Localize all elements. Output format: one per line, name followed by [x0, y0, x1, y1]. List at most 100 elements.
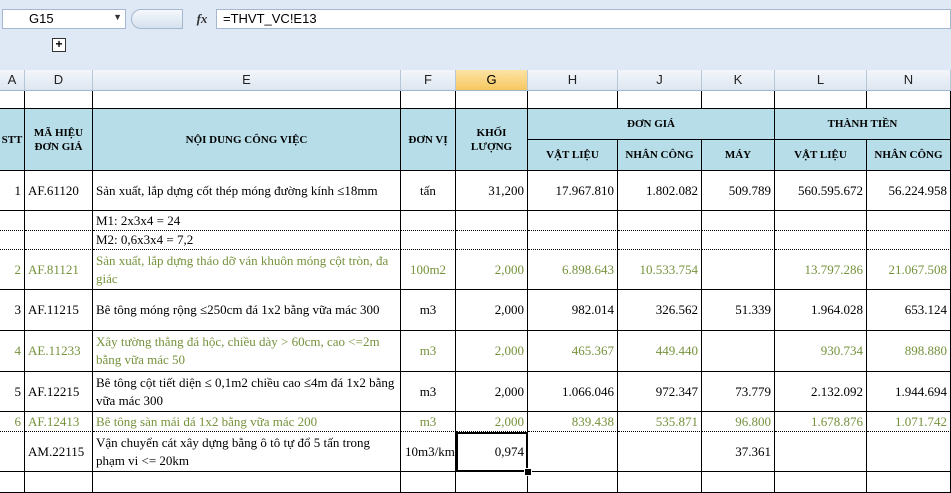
cell-thanh-tien-vat-lieu[interactable]: [775, 432, 867, 472]
cell-vat-lieu[interactable]: 839.438: [528, 412, 618, 432]
cell-thanh-tien-vat-lieu[interactable]: 13.797.286: [775, 250, 867, 290]
cell-may[interactable]: 51.339: [702, 290, 775, 331]
cell[interactable]: [0, 211, 25, 231]
column-header-g[interactable]: G: [456, 70, 528, 91]
cell-thanh-tien-vat-lieu[interactable]: 1.678.876: [775, 412, 867, 432]
cell-unit[interactable]: 100m2: [401, 250, 456, 290]
expand-group-button[interactable]: +: [52, 38, 66, 52]
column-header-k[interactable]: K: [702, 70, 775, 91]
cell-stt[interactable]: [0, 432, 25, 472]
cell-desc[interactable]: Bê tông móng rộng ≤250cm đá 1x2 bằng vữa…: [93, 290, 401, 331]
cell-qty[interactable]: 2,000: [456, 290, 528, 331]
cell-desc[interactable]: Vận chuyển cát xây dựng bằng ô tô tự đổ …: [93, 432, 401, 472]
cell-code[interactable]: AF.12215: [25, 372, 93, 412]
cell[interactable]: [775, 231, 867, 250]
cell-may[interactable]: 73.779: [702, 372, 775, 412]
cell-vat-lieu[interactable]: 465.367: [528, 331, 618, 372]
column-header-j[interactable]: J: [618, 70, 702, 91]
cell-thanh-tien-nhan-cong[interactable]: 1.071.742: [867, 412, 951, 432]
cell[interactable]: [456, 231, 528, 250]
cell-thanh-tien-vat-lieu[interactable]: 930.734: [775, 331, 867, 372]
cell-qty[interactable]: 31,200: [456, 171, 528, 211]
cell[interactable]: [867, 231, 951, 250]
cell[interactable]: [93, 472, 401, 493]
cell[interactable]: [702, 211, 775, 231]
cell[interactable]: [0, 472, 25, 493]
cell-unit[interactable]: m3: [401, 412, 456, 432]
cell-vat-lieu[interactable]: 982.014: [528, 290, 618, 331]
cell[interactable]: [618, 472, 702, 493]
cell-nhan-cong[interactable]: 10.533.754: [618, 250, 702, 290]
cell-may[interactable]: 37.361: [702, 432, 775, 472]
cell-may[interactable]: [702, 331, 775, 372]
cell-nhan-cong[interactable]: 535.871: [618, 412, 702, 432]
cell[interactable]: [702, 91, 775, 109]
fill-handle[interactable]: [524, 468, 532, 476]
cell-stt[interactable]: 6: [0, 412, 25, 432]
cell[interactable]: [528, 91, 618, 109]
cell[interactable]: [702, 231, 775, 250]
cell-thanh-tien-nhan-cong[interactable]: 898.880: [867, 331, 951, 372]
cell[interactable]: [528, 211, 618, 231]
cell-code[interactable]: AE.11233: [25, 331, 93, 372]
cell-stt[interactable]: 1: [0, 171, 25, 211]
column-header-a[interactable]: A: [0, 70, 25, 91]
cell-may[interactable]: [702, 250, 775, 290]
cell-unit[interactable]: tấn: [401, 171, 456, 211]
selected-cell-g15[interactable]: 0,974: [456, 432, 528, 472]
chevron-down-icon[interactable]: ▼: [113, 12, 122, 22]
cell[interactable]: [528, 231, 618, 250]
cell-qty[interactable]: 2,000: [456, 250, 528, 290]
column-header-e[interactable]: E: [93, 70, 401, 91]
cell-code[interactable]: AM.22115: [25, 432, 93, 472]
cell[interactable]: [867, 472, 951, 493]
cell-stt[interactable]: 2: [0, 250, 25, 290]
cell[interactable]: [25, 472, 93, 493]
fx-icon[interactable]: fx: [190, 9, 214, 29]
column-header-n[interactable]: N: [867, 70, 951, 91]
cell[interactable]: [775, 472, 867, 493]
cell-unit[interactable]: m3: [401, 331, 456, 372]
cell-thanh-tien-vat-lieu[interactable]: 560.595.672: [775, 171, 867, 211]
cell-stt[interactable]: 4: [0, 331, 25, 372]
cell-stt[interactable]: 5: [0, 372, 25, 412]
cell-desc[interactable]: M1: 2x3x4 = 24: [93, 211, 401, 231]
cell[interactable]: [25, 91, 93, 109]
cell-qty[interactable]: 2,000: [456, 331, 528, 372]
cell-nhan-cong[interactable]: 972.347: [618, 372, 702, 412]
cell-code[interactable]: AF.12413: [25, 412, 93, 432]
cell-thanh-tien-nhan-cong[interactable]: [867, 432, 951, 472]
cell-vat-lieu[interactable]: 1.066.046: [528, 372, 618, 412]
cell[interactable]: [401, 472, 456, 493]
cell[interactable]: [775, 91, 867, 109]
cell[interactable]: [702, 472, 775, 493]
cell-code[interactable]: AF.61120: [25, 171, 93, 211]
cell-qty[interactable]: 2,000: [456, 412, 528, 432]
column-header-l[interactable]: L: [775, 70, 867, 91]
cell[interactable]: [0, 91, 25, 109]
cell-may[interactable]: 509.789: [702, 171, 775, 211]
cell-nhan-cong[interactable]: 1.802.082: [618, 171, 702, 211]
cell-desc[interactable]: Xây tường thẳng đá hộc, chiều dày > 60cm…: [93, 331, 401, 372]
cell[interactable]: [401, 211, 456, 231]
cell-vat-lieu[interactable]: 6.898.643: [528, 250, 618, 290]
cell-desc[interactable]: Bê tông sàn mái đá 1x2 bằng vữa mác 200: [93, 412, 401, 432]
cell-vat-lieu[interactable]: [528, 432, 618, 472]
name-box[interactable]: G15 ▼: [2, 9, 126, 29]
cell-thanh-tien-nhan-cong[interactable]: 1.944.694: [867, 372, 951, 412]
cell-nhan-cong[interactable]: 326.562: [618, 290, 702, 331]
cell[interactable]: [25, 231, 93, 250]
cell-thanh-tien-vat-lieu[interactable]: 2.132.092: [775, 372, 867, 412]
cell[interactable]: [528, 472, 618, 493]
cell[interactable]: [456, 91, 528, 109]
cell-desc[interactable]: Sản xuất, lắp dựng cốt thép móng đường k…: [93, 171, 401, 211]
cell-unit[interactable]: m3: [401, 372, 456, 412]
cell[interactable]: [401, 91, 456, 109]
cell[interactable]: [775, 211, 867, 231]
cell-desc[interactable]: Bê tông cột tiết diện ≤ 0,1m2 chiều cao …: [93, 372, 401, 412]
cell-stt[interactable]: 3: [0, 290, 25, 331]
cell[interactable]: [93, 91, 401, 109]
cell-code[interactable]: AF.11215: [25, 290, 93, 331]
cell[interactable]: [456, 211, 528, 231]
cell[interactable]: [867, 211, 951, 231]
